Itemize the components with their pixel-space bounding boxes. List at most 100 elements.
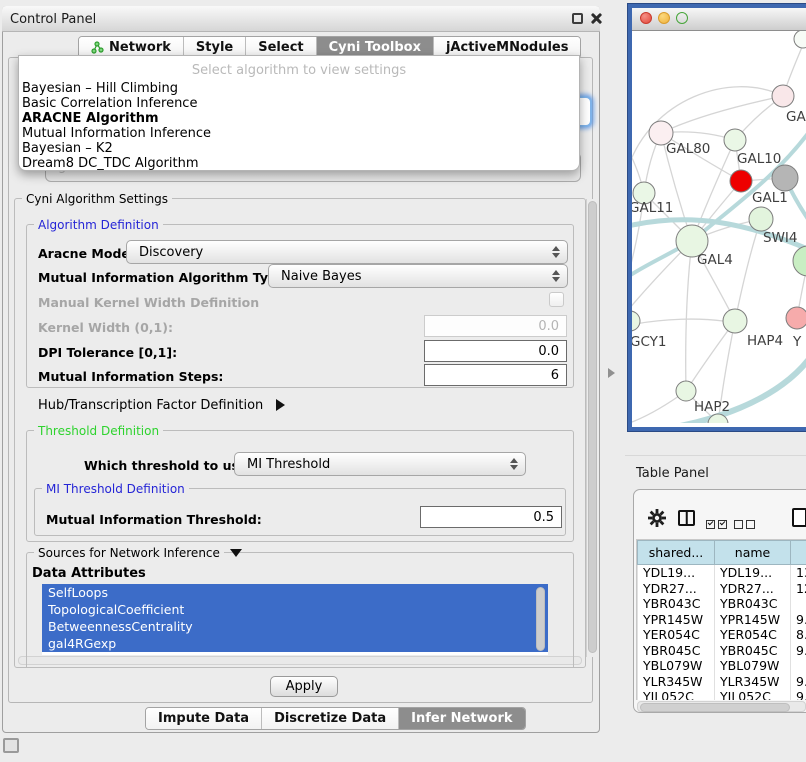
manual-kernel-checkbox[interactable] [549, 292, 564, 307]
table-cell: 13 [791, 565, 806, 581]
algorithm-option[interactable]: Bayesian – Hill Climbing [19, 82, 579, 97]
table-row[interactable]: YIL052CYIL052C9. [638, 689, 806, 700]
network-node-gal1[interactable] [730, 170, 752, 192]
zoom-traffic-light[interactable] [676, 12, 688, 24]
expand-right-icon[interactable] [276, 399, 285, 411]
tab-label: Impute Data [158, 711, 249, 726]
network-node-swi4[interactable] [749, 207, 773, 231]
table-cell: YBR043C [715, 596, 791, 612]
network-node-labels: GALGAL80GAL10GAL1GAL11SWI4GAL4GCY1HAP4YH… [632, 109, 806, 415]
table-panel-divider [625, 455, 806, 456]
data-attributes-list: SelfLoopsTopologicalCoefficientBetweenne… [42, 584, 548, 655]
data-attribute-item[interactable]: SelfLoops [42, 584, 548, 601]
data-attributes-label: Data Attributes [32, 566, 146, 581]
table-row[interactable]: YBR045CYBR045C9. [638, 643, 806, 659]
node-label: HAP4 [747, 333, 783, 349]
select-all-checkboxes-icon[interactable] [706, 514, 730, 533]
network-node-gal10[interactable] [724, 129, 746, 151]
aracne-mode-label: Aracne Mode: [38, 246, 135, 261]
which-threshold-value: MI Threshold [247, 457, 330, 472]
table-cell: YBR043C [638, 596, 715, 612]
network-node-y[interactable] [786, 307, 806, 329]
data-attribute-item[interactable]: BetweennessCentrality [42, 618, 548, 635]
combo-arrows-icon [552, 270, 559, 282]
table-row[interactable]: YPR145WYPR145W9. [638, 612, 806, 628]
apply-button[interactable]: Apply [270, 676, 338, 697]
node-label: GAL11 [632, 200, 673, 216]
tab-impute-data[interactable]: Impute Data [146, 708, 262, 729]
data-attribute-item[interactable]: gal4RGexp [42, 635, 548, 652]
table-row[interactable]: YBL079WYBL079W [638, 658, 806, 674]
float-window-icon[interactable] [572, 13, 583, 24]
node-label: GAL1 [752, 190, 788, 206]
which-threshold-combo[interactable]: MI Threshold [234, 452, 526, 476]
table-row[interactable]: YLR345WYLR345W9. [638, 674, 806, 690]
table-cell: YBL079W [715, 658, 791, 674]
deselect-all-checkboxes-icon[interactable] [734, 514, 758, 533]
table-cell: YBR045C [715, 643, 791, 659]
tab-label: Style [196, 40, 233, 55]
mi-type-combo[interactable]: Naive Bayes [268, 264, 568, 288]
settings-vertical-scrollbar[interactable] [586, 199, 599, 657]
table-cell: YPR145W [715, 612, 791, 628]
restore-panel-icon[interactable] [3, 738, 19, 753]
aracne-mode-combo[interactable]: Discovery [126, 240, 568, 264]
table-column-header[interactable]: A [791, 541, 806, 565]
kernel-width-label: Kernel Width (0,1): [38, 320, 173, 335]
table-row[interactable]: YDR27...YDR27...12 [638, 581, 806, 597]
network-node[interactable] [793, 246, 806, 276]
combo-arrows-icon [552, 246, 559, 258]
mi-steps-field[interactable]: 6 [424, 364, 567, 386]
table-row[interactable]: YER054CYER054C8. [638, 627, 806, 643]
table-cell [791, 658, 806, 674]
dpi-tolerance-field[interactable]: 0.0 [424, 340, 567, 362]
sources-title[interactable]: Sources for Network Inference [34, 546, 224, 560]
network-node-hap4[interactable] [723, 309, 747, 333]
tab-infer-network[interactable]: Infer Network [399, 708, 524, 729]
splitter-handle-icon[interactable] [608, 368, 615, 378]
minimize-traffic-light[interactable] [658, 12, 670, 24]
network-node-gal[interactable] [772, 85, 794, 107]
collapse-down-icon[interactable] [230, 549, 242, 557]
tab-label: Infer Network [411, 711, 512, 726]
close-traffic-light[interactable] [640, 12, 652, 24]
manual-kernel-label: Manual Kernel Width Definition [38, 295, 259, 310]
table-cell: 9. [791, 689, 806, 700]
mi-steps-value: 6 [551, 368, 559, 383]
network-node[interactable] [794, 31, 806, 48]
table-cell: 8. [791, 627, 806, 643]
network-canvas[interactable]: GALGAL80GAL10GAL1GAL11SWI4GAL4GCY1HAP4YH… [632, 31, 806, 423]
attributes-list-scrollbar[interactable] [536, 587, 545, 651]
mi-threshold-field[interactable]: 0.5 [420, 506, 562, 528]
algorithm-option[interactable]: ARACNE Algorithm [19, 112, 579, 127]
table-cell: YPR145W [638, 612, 715, 628]
gear-icon[interactable] [648, 509, 666, 527]
table-column-header[interactable]: shared... [638, 541, 715, 565]
table-column-header[interactable]: name [715, 541, 791, 565]
node-label: SWI4 [763, 230, 798, 246]
tab-discretize-data[interactable]: Discretize Data [262, 708, 399, 729]
bottom-tab-bar: Impute Data Discretize Data Infer Network [145, 707, 526, 730]
hub-definition-expander[interactable]: Hub/Transcription Factor Definition [38, 398, 263, 413]
table-row[interactable]: YBR043CYBR043C [638, 596, 806, 612]
table-cell: YER054C [715, 627, 791, 643]
network-node[interactable] [772, 165, 798, 191]
close-icon[interactable] [590, 12, 603, 25]
algorithm-option[interactable]: Bayesian – K2 [19, 142, 579, 157]
table-cell: 9. [791, 612, 806, 628]
table-cell: YDR27... [715, 581, 791, 597]
kernel-width-field[interactable]: 0.0 [424, 315, 567, 337]
data-attribute-item[interactable]: TopologicalCoefficient [42, 601, 548, 618]
algorithm-option[interactable]: Mutual Information Inference [19, 127, 579, 142]
node-label: GCY1 [632, 334, 667, 350]
algorithm-option[interactable]: Basic Correlation Inference [19, 97, 579, 112]
new-table-icon[interactable] [792, 508, 806, 527]
table-horizontal-scrollbar[interactable] [637, 701, 806, 712]
column-selector-icon[interactable] [678, 510, 695, 526]
hub-definition-label: Hub/Transcription Factor Definition [38, 398, 263, 413]
network-node-hap2[interactable] [676, 381, 696, 401]
mi-threshold-value: 0.5 [533, 510, 554, 525]
table-row[interactable]: YDL19...YDL19...13 [638, 565, 806, 581]
network-node-gcy1[interactable] [632, 311, 640, 331]
algorithm-option[interactable]: Dream8 DC_TDC Algorithm [19, 157, 579, 172]
